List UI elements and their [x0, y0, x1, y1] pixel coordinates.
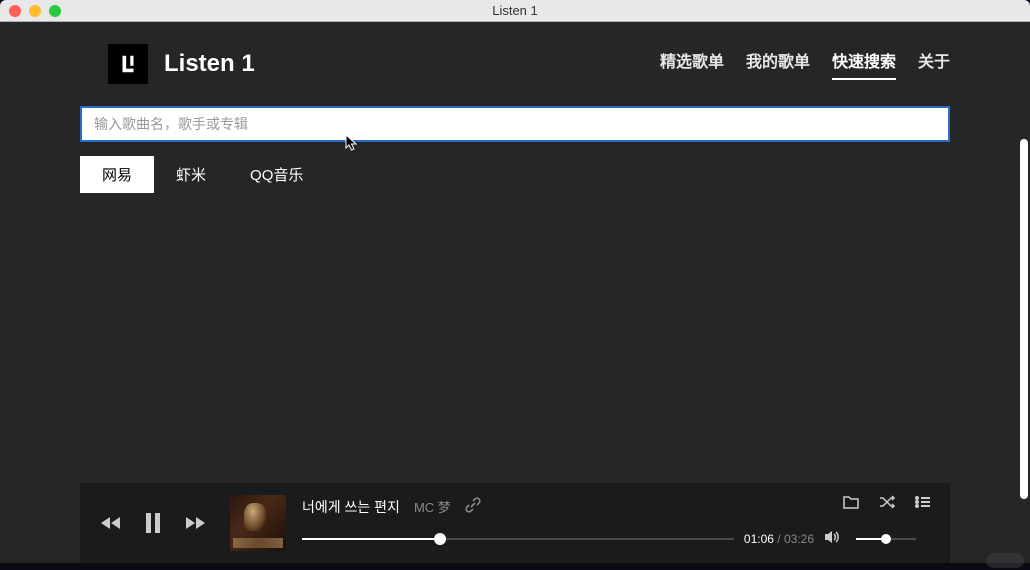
nav-quick-search[interactable]: 快速搜索	[832, 48, 896, 80]
app-window: Listen 1 Listen 1 精选歌单 我的歌单 快速搜索 关于	[0, 0, 1030, 563]
source-tabs: 网易 虾米 QQ音乐	[0, 142, 1030, 193]
app-body: Listen 1 精选歌单 我的歌单 快速搜索 关于 网易 虾米 QQ音乐	[0, 22, 1030, 563]
scrollbar[interactable]	[1020, 139, 1028, 499]
volume-bar[interactable]	[856, 538, 916, 540]
app-logo	[108, 44, 148, 84]
previous-button[interactable]	[100, 515, 122, 531]
player-bar: 너에게 쓰는 편지 MC 梦	[80, 483, 950, 563]
traffic-lights	[0, 5, 61, 17]
tab-xiami[interactable]: 虾米	[154, 156, 228, 193]
maximize-window-button[interactable]	[49, 5, 61, 17]
queue-icon[interactable]	[914, 494, 932, 515]
app-name: Listen 1	[164, 50, 255, 78]
time-display: 01:06 / 03:26	[744, 532, 814, 546]
search-container	[0, 84, 1030, 142]
nav-my-playlists[interactable]: 我的歌单	[746, 48, 810, 78]
volume-handle[interactable]	[881, 534, 891, 544]
nav-featured-playlists[interactable]: 精选歌单	[660, 48, 724, 78]
progress-handle[interactable]	[434, 533, 446, 545]
progress-row: 01:06 / 03:26	[302, 529, 934, 550]
volume-icon[interactable]	[824, 529, 846, 550]
playlist-folder-icon[interactable]	[842, 494, 860, 515]
pause-button[interactable]	[144, 512, 162, 534]
progress-fill	[302, 538, 440, 540]
track-meta: 너에게 쓰는 편지 MC 梦	[302, 497, 934, 517]
main-nav: 精选歌单 我的歌单 快速搜索 关于	[660, 48, 950, 80]
tab-qqmusic[interactable]: QQ音乐	[228, 156, 325, 193]
player-right-controls	[842, 494, 932, 515]
brand: Listen 1	[108, 44, 255, 84]
duration-time: 03:26	[784, 532, 814, 546]
watermark	[986, 553, 1024, 568]
tab-netease[interactable]: 网易	[80, 156, 154, 193]
nav-about[interactable]: 关于	[918, 48, 950, 78]
next-button[interactable]	[184, 515, 206, 531]
window-title: Listen 1	[492, 3, 538, 18]
minimize-window-button[interactable]	[29, 5, 41, 17]
track-artist: MC 梦	[414, 497, 451, 516]
link-icon[interactable]	[465, 497, 481, 516]
search-input[interactable]	[80, 106, 950, 142]
track-title: 너에게 쓰는 편지	[302, 497, 400, 517]
playback-controls	[80, 512, 206, 534]
header: Listen 1 精选歌单 我的歌单 快速搜索 关于	[0, 22, 1030, 84]
album-art[interactable]	[230, 495, 286, 551]
elapsed-time: 01:06	[744, 532, 774, 546]
progress-bar[interactable]	[302, 538, 734, 540]
titlebar: Listen 1	[0, 0, 1030, 22]
shuffle-icon[interactable]	[878, 494, 896, 515]
close-window-button[interactable]	[9, 5, 21, 17]
